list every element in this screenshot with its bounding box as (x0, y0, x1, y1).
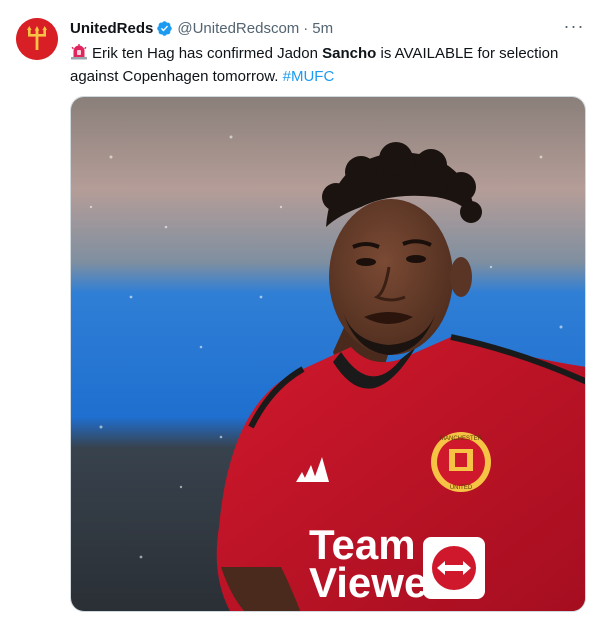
tweet-card[interactable]: UnitedReds @UnitedRedscom · 5m ··· Erik … (0, 0, 600, 620)
timestamp[interactable]: 5m (312, 20, 333, 37)
badge-bottom-text: UNITED (450, 485, 473, 491)
tweet-text: Erik ten Hag has confirmed Jadon Sancho … (70, 42, 580, 87)
user-handle[interactable]: @UnitedRedscom (177, 20, 299, 37)
verified-badge-icon (156, 20, 173, 37)
club-badge-icon: MANCHESTER UNITED (431, 432, 491, 492)
badge-top-text: MANCHESTER (440, 436, 483, 442)
trident-crest-icon (16, 18, 58, 60)
avatar[interactable] (16, 18, 58, 60)
tweet-text-bold: Sancho (322, 45, 377, 62)
tweet-header: UnitedReds @UnitedRedscom · 5m (70, 20, 333, 37)
separator-dot: · (303, 20, 309, 37)
more-options-button[interactable]: ··· (562, 14, 586, 38)
tweet-media-photo[interactable]: MANCHESTER UNITED Team Viewer (70, 96, 586, 612)
siren-emoji-icon (70, 42, 88, 66)
display-name[interactable]: UnitedReds (70, 20, 153, 37)
tweet-text-part1: Erik ten Hag has confirmed Jadon (92, 45, 323, 62)
hashtag-link[interactable]: #MUFC (283, 68, 335, 85)
more-horizontal-icon: ··· (563, 16, 585, 36)
player-photo: MANCHESTER UNITED Team Viewer (71, 97, 585, 611)
